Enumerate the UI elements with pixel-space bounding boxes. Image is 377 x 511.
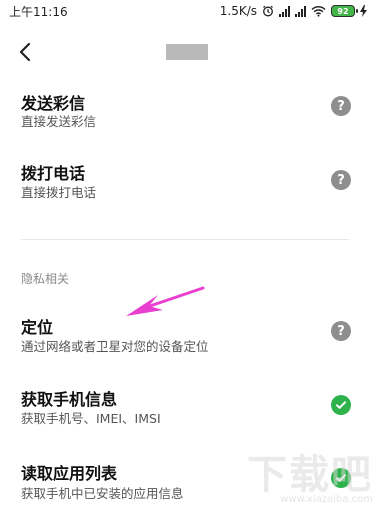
- charging-bolt-icon: [360, 5, 367, 17]
- permission-item-send-mms[interactable]: 发送彩信 直接发送彩信 ?: [0, 84, 377, 140]
- permission-item-location[interactable]: 定位 通过网络或者卫星对您的设备定位 ?: [0, 306, 377, 362]
- watermark: 下载吧 www.xiazaiba.com: [247, 442, 373, 505]
- alarm-icon: [262, 5, 274, 17]
- signal-icon-2: [295, 5, 306, 17]
- item-desc: 通过网络或者卫星对您的设备定位: [21, 339, 209, 354]
- item-desc: 获取手机号、IMEI、IMSI: [21, 411, 161, 426]
- item-desc: 获取手机中已安装的应用信息: [21, 486, 184, 501]
- chevron-left-icon: [19, 42, 31, 62]
- question-icon[interactable]: ?: [331, 96, 351, 116]
- checkmark-icon[interactable]: [331, 395, 351, 415]
- item-title: 定位: [21, 318, 54, 337]
- item-title: 获取手机信息: [21, 390, 118, 409]
- watermark-main: 下载吧: [247, 451, 373, 498]
- item-title: 读取应用列表: [21, 464, 118, 483]
- network-speed: 1.5K/s: [219, 4, 257, 18]
- signal-icon: [279, 5, 290, 17]
- page-title-redacted: [166, 44, 208, 60]
- status-time: 上午11:16: [9, 4, 68, 19]
- wifi-icon: [311, 5, 326, 17]
- battery-icon: 92: [331, 5, 358, 17]
- item-desc: 直接拨打电话: [21, 185, 97, 200]
- permission-item-make-call[interactable]: 拨打电话 直接拨打电话 ?: [0, 152, 377, 208]
- item-desc: 直接发送彩信: [21, 114, 97, 129]
- status-indicators: 1.5K/s 92: [220, 4, 367, 18]
- header: [0, 34, 377, 70]
- battery-level: 92: [337, 6, 349, 16]
- section-divider: [21, 239, 349, 240]
- question-icon[interactable]: ?: [331, 321, 351, 341]
- question-icon[interactable]: ?: [331, 170, 351, 190]
- section-title-privacy: 隐私相关: [21, 272, 70, 286]
- annotation-arrow: [126, 286, 205, 316]
- back-button[interactable]: [14, 40, 38, 64]
- item-title: 拨打电话: [21, 164, 86, 183]
- status-bar: 上午11:16 1.5K/s 92: [0, 0, 377, 22]
- permission-item-phone-info[interactable]: 获取手机信息 获取手机号、IMEI、IMSI: [0, 378, 377, 434]
